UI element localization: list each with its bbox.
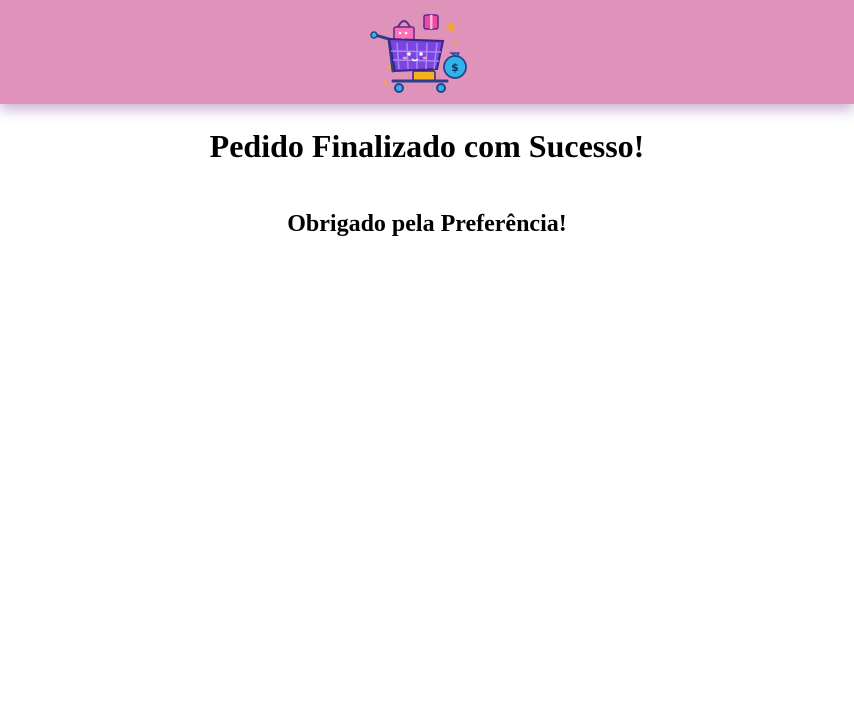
page-title: Pedido Finalizado com Sucesso! — [209, 128, 645, 164]
page-header: $ — [0, 0, 854, 104]
main-content: Pedido Finalizado com Sucesso! Obrigado … — [0, 128, 854, 238]
shopping-cart-icon: $ — [370, 14, 467, 93]
svg-text:$: $ — [451, 61, 459, 74]
thank-you-message: Obrigado pela Preferência! — [287, 211, 567, 237]
